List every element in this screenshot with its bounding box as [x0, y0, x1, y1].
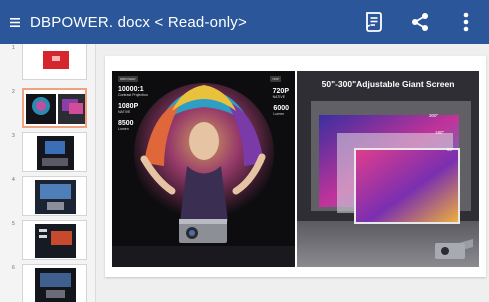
slide-preview-image — [23, 265, 86, 302]
slide-canvas: DBPOWER 720P 10000:1 Contrast Projection… — [97, 44, 489, 302]
brand-tag: DBPOWER — [118, 76, 138, 82]
app-bar: DBPOWER. docx < Read-only> — [0, 0, 489, 44]
thumbnail-frame — [22, 264, 87, 302]
size-label: 300" — [429, 113, 439, 118]
hamburger-menu-icon — [10, 17, 20, 27]
slide-preview-image — [23, 177, 86, 215]
slide-image-left: DBPOWER 720P 10000:1 Contrast Projection… — [112, 71, 295, 267]
thumbnail-number: 2 — [12, 89, 15, 95]
slide-thumbnail-6[interactable]: 6 — [0, 264, 95, 302]
slide-thumbnail-4[interactable]: 4 — [0, 176, 95, 220]
thumbnail-number: 6 — [12, 265, 15, 271]
thumbnail-number: 5 — [12, 221, 15, 227]
spec-native-resolution: 720P NATIVE — [272, 88, 289, 99]
thumbnail-number: 4 — [12, 177, 15, 183]
document-title: DBPOWER. docx < Read-only> — [30, 13, 247, 31]
size-label: 180" — [435, 130, 445, 135]
resolution-tag: 720P — [270, 76, 282, 82]
more-options-button[interactable] — [443, 0, 489, 44]
share-icon — [412, 13, 428, 31]
thumbnail-frame — [22, 88, 87, 128]
slide-preview-image — [24, 90, 85, 126]
slide-thumbnail-2[interactable]: 2 — [0, 88, 95, 132]
more-vert-icon — [463, 12, 469, 32]
share-button[interactable] — [397, 0, 443, 44]
thumbnail-frame — [22, 132, 87, 172]
screen-size-heading: 50"-300"Adjustable Giant Screen — [321, 79, 455, 89]
reading-view-button[interactable] — [351, 0, 397, 44]
spec-contrast: 10000:1 Contrast Projection — [118, 86, 148, 97]
thumbnail-frame — [22, 220, 87, 260]
slide-thumbnail-3[interactable]: 3 — [0, 132, 95, 176]
projector-portrait-image — [112, 71, 295, 267]
size-label: 50" — [447, 147, 454, 152]
thumbnail-frame — [22, 44, 87, 80]
current-slide: DBPOWER 720P 10000:1 Contrast Projection… — [105, 56, 486, 277]
slide-preview-image — [23, 44, 86, 79]
slide-thumbnail-panel: 1 2 3 4 5 6 — [0, 44, 96, 302]
slide-thumbnail-5[interactable]: 5 — [0, 220, 95, 264]
reading-view-icon — [366, 12, 382, 32]
spec-resolution: 1080P NATIVE — [118, 103, 139, 114]
slide-thumbnail-1[interactable]: 1 — [0, 44, 95, 88]
screen-size-image — [297, 71, 479, 267]
spec-brightness: 6000 Lumen — [273, 105, 289, 116]
hamburger-menu-button[interactable] — [0, 0, 30, 44]
thumbnail-frame — [22, 176, 87, 216]
spec-lumen: 8500 Lumen — [118, 120, 134, 131]
slide-preview-image — [23, 221, 86, 259]
thumbnail-number: 3 — [12, 133, 15, 139]
slide-preview-image — [23, 133, 86, 171]
slide-image-right: 50"-300"Adjustable Giant Screen 300" 180… — [297, 71, 479, 267]
thumbnail-number: 1 — [12, 45, 15, 51]
